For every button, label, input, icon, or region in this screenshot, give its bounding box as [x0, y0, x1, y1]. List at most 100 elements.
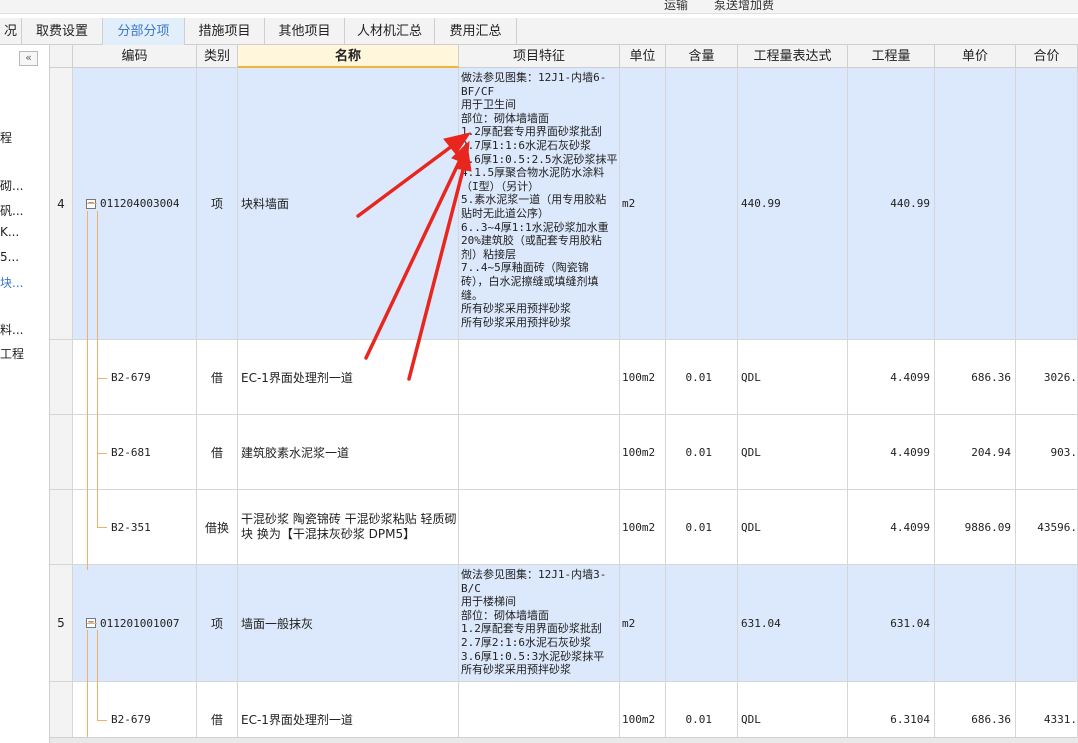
total-cell[interactable]: [1016, 565, 1078, 681]
horizontal-scrollbar[interactable]: [50, 737, 1078, 743]
name-cell[interactable]: 墙面一般抹灰: [238, 565, 459, 681]
sidebar-item-selected[interactable]: 块...: [0, 274, 50, 291]
qty-cell[interactable]: 4.4099: [848, 490, 935, 564]
price-cell[interactable]: 9886.09: [935, 490, 1016, 564]
col-header-content[interactable]: 含量: [666, 45, 738, 68]
code-cell[interactable]: B2-679: [73, 340, 197, 414]
total-cell[interactable]: [1016, 68, 1078, 339]
col-header-name[interactable]: 名称: [238, 45, 459, 68]
sidebar-item[interactable]: 料...: [0, 321, 50, 338]
unit-cell[interactable]: m2: [620, 68, 666, 339]
tab-other-items[interactable]: 其他项目: [265, 18, 345, 45]
tab-resources-summary[interactable]: 人材机汇总: [345, 18, 435, 45]
sidebar-item[interactable]: 程: [0, 129, 50, 146]
expr-cell[interactable]: 440.99: [738, 68, 848, 339]
tree-connector: [97, 630, 98, 720]
sidebar-item[interactable]: 工程: [0, 345, 50, 362]
type-cell[interactable]: 借换: [197, 490, 238, 564]
table-row-sub[interactable]: B2-681 借 建筑胶素水泥浆一道 100m2 0.01 QDL 4.4099…: [50, 415, 1078, 490]
table-row-item[interactable]: 4 − 011204003004 项 块料墙面 做法参见图集：12J1-内墙6-…: [50, 68, 1078, 340]
unit-cell[interactable]: 100m2: [620, 415, 666, 489]
content-cell[interactable]: 0.01: [666, 340, 738, 414]
price-cell[interactable]: 686.36: [935, 340, 1016, 414]
row-number: [50, 490, 73, 564]
unit-cell[interactable]: 100m2: [620, 682, 666, 743]
expr-cell[interactable]: QDL: [738, 490, 848, 564]
collapse-sidebar-button[interactable]: «: [19, 51, 38, 66]
qty-cell[interactable]: 6.3104: [848, 682, 935, 743]
total-cell[interactable]: 43596.: [1016, 490, 1078, 564]
tab-cost-summary[interactable]: 费用汇总: [435, 18, 517, 45]
code-cell[interactable]: B2-351: [73, 490, 197, 564]
name-cell[interactable]: 建筑胶素水泥浆一道: [238, 415, 459, 489]
table-row-sub[interactable]: B2-679 借 EC-1界面处理剂一道 100m2 0.01 QDL 4.40…: [50, 340, 1078, 415]
content-cell[interactable]: [666, 68, 738, 339]
table-row-sub[interactable]: B2-351 借换 干混砂浆 陶瓷锦砖 干混砂浆粘贴 轻质砌块 换为【干混抹灰砂…: [50, 490, 1078, 565]
expr-cell[interactable]: QDL: [738, 415, 848, 489]
col-header-expr[interactable]: 工程量表达式: [738, 45, 848, 68]
sidebar-item[interactable]: 矾...: [0, 202, 50, 219]
type-cell[interactable]: 项: [197, 68, 238, 339]
col-header-code[interactable]: 编码: [73, 45, 197, 68]
qty-cell[interactable]: 4.4099: [848, 340, 935, 414]
total-cell[interactable]: 903.: [1016, 415, 1078, 489]
tab-overview[interactable]: 况: [0, 18, 22, 45]
col-header-total[interactable]: 合价: [1016, 45, 1078, 68]
top-menu-item-transport[interactable]: 运输: [664, 0, 688, 13]
col-header-qty[interactable]: 工程量: [848, 45, 935, 68]
price-cell[interactable]: [935, 565, 1016, 681]
name-cell[interactable]: EC-1界面处理剂一道: [238, 682, 459, 743]
code-text: B2-351: [111, 520, 151, 534]
table-row-item[interactable]: 5 − 011201001007 项 墙面一般抹灰 做法参见图集：12J1-内墙…: [50, 565, 1078, 682]
unit-cell[interactable]: 100m2: [620, 490, 666, 564]
feature-line: BF/CF: [461, 84, 495, 98]
feature-cell[interactable]: [459, 415, 620, 489]
sidebar-item[interactable]: K...: [0, 225, 50, 239]
feature-cell[interactable]: 做法参见图集：12J1-内墙3- B/C 用于楼梯间 部位：砌体墙墙面 1.2厚…: [459, 565, 620, 681]
total-cell[interactable]: 4331.: [1016, 682, 1078, 743]
type-cell[interactable]: 借: [197, 415, 238, 489]
name-cell[interactable]: EC-1界面处理剂一道: [238, 340, 459, 414]
price-cell[interactable]: 204.94: [935, 415, 1016, 489]
col-header-unit[interactable]: 单位: [620, 45, 666, 68]
qty-cell[interactable]: 440.99: [848, 68, 935, 339]
type-cell[interactable]: 借: [197, 340, 238, 414]
content-cell[interactable]: 0.01: [666, 415, 738, 489]
name-cell[interactable]: 块料墙面: [238, 68, 459, 339]
unit-cell[interactable]: 100m2: [620, 340, 666, 414]
content-cell[interactable]: 0.01: [666, 490, 738, 564]
type-cell[interactable]: 项: [197, 565, 238, 681]
table-row-sub[interactable]: B2-679 借 EC-1界面处理剂一道 100m2 0.01 QDL 6.31…: [50, 682, 1078, 743]
tab-sub-items[interactable]: 分部分项: [103, 18, 185, 45]
unit-cell[interactable]: m2: [620, 565, 666, 681]
code-cell[interactable]: B2-679: [73, 682, 197, 743]
tab-measures[interactable]: 措施项目: [185, 18, 265, 45]
col-header-price[interactable]: 单价: [935, 45, 1016, 68]
qty-cell[interactable]: 4.4099: [848, 415, 935, 489]
total-cell[interactable]: 3026.: [1016, 340, 1078, 414]
sidebar-item[interactable]: 5...: [0, 250, 50, 264]
feature-line: 2.7厚2:1:6水泥石灰砂浆: [461, 635, 591, 649]
feature-cell[interactable]: [459, 340, 620, 414]
content-cell[interactable]: [666, 565, 738, 681]
feature-cell[interactable]: 做法参见图集：12J1-内墙6- BF/CF 用于卫生间 部位：砌体墙墙面 1.…: [459, 68, 620, 339]
top-menu-item-pump-fee[interactable]: 泵送增加费: [714, 0, 774, 13]
feature-cell[interactable]: [459, 682, 620, 743]
row-number: [50, 682, 73, 743]
sidebar-item[interactable]: 砌...: [0, 177, 50, 194]
content-cell[interactable]: 0.01: [666, 682, 738, 743]
price-cell[interactable]: [935, 68, 1016, 339]
type-cell[interactable]: 借: [197, 682, 238, 743]
expr-cell[interactable]: QDL: [738, 340, 848, 414]
expr-cell[interactable]: QDL: [738, 682, 848, 743]
name-cell[interactable]: 干混砂浆 陶瓷锦砖 干混砂浆粘贴 轻质砌块 换为【干混抹灰砂浆 DPM5】: [238, 490, 459, 564]
feature-cell[interactable]: [459, 490, 620, 564]
col-header-feature[interactable]: 项目特征: [459, 45, 620, 68]
code-cell[interactable]: B2-681: [73, 415, 197, 489]
tab-fee-settings[interactable]: 取费设置: [22, 18, 103, 45]
expr-cell[interactable]: 631.04: [738, 565, 848, 681]
feature-line: B/C: [461, 581, 481, 595]
col-header-type[interactable]: 类别: [197, 45, 238, 68]
qty-cell[interactable]: 631.04: [848, 565, 935, 681]
price-cell[interactable]: 686.36: [935, 682, 1016, 743]
